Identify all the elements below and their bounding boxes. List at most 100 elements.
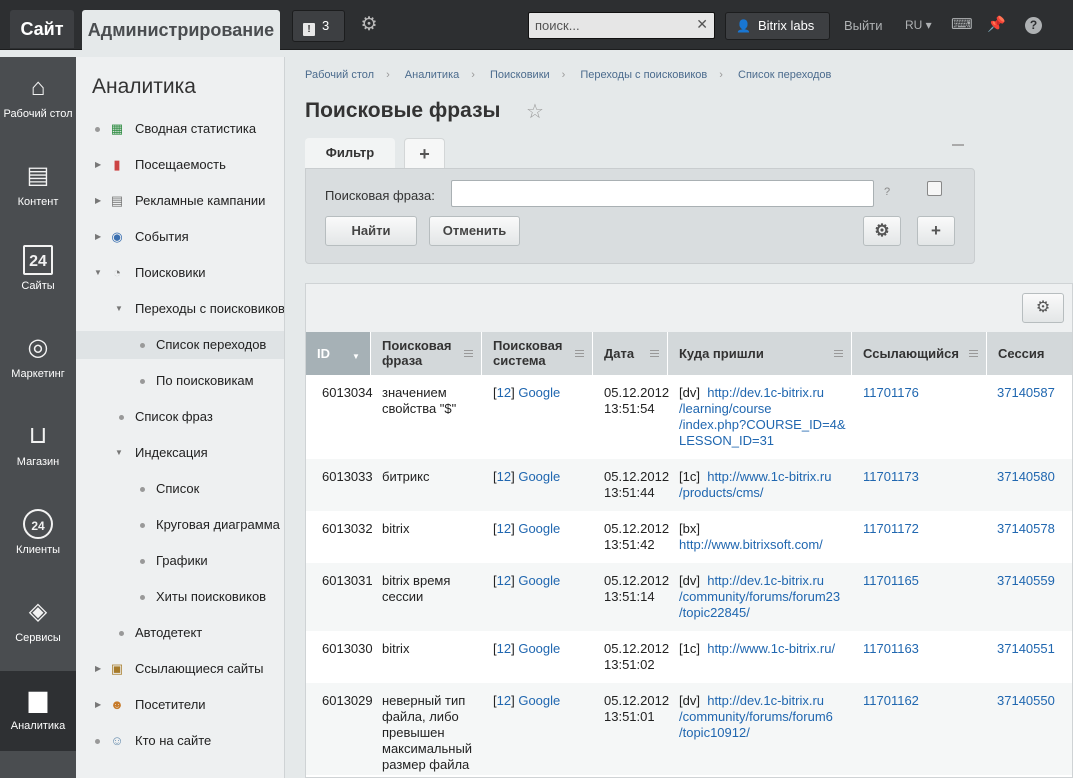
destination-url-link[interactable]: http://www.bitrixsoft.com/ [679,537,823,552]
session-link[interactable]: 37140559 [997,573,1055,589]
table-row[interactable]: 6013031 bitrix время сессии [12] Google 05.… [306,563,1072,631]
menu-item-graphs[interactable]: Графики [76,547,284,575]
destination-url-link[interactable]: http://dev.1c-bitrix.ru/community/forums… [679,693,833,740]
table-row[interactable]: 6013034 значением свойства "$" [12] Google… [306,375,1072,459]
engine-link[interactable]: Google [518,641,560,656]
engine-id-link[interactable]: 12 [497,385,511,400]
menu-item-referring-sites[interactable]: ▶ ▣ Ссылающиеся сайты [76,655,284,683]
menu-item-search-engines[interactable]: ▼ ◔ Поисковики [76,259,284,287]
menu-item-autodetect[interactable]: Автодетект [76,619,284,647]
destination-url-link[interactable]: http://www.1c-bitrix.ru/ [707,641,835,656]
help-mark[interactable]: ? [884,186,890,198]
session-link[interactable]: 37140551 [997,641,1055,657]
menu-item-phrases[interactable]: Список фраз [76,403,284,431]
engine-id-link[interactable]: 12 [497,521,511,536]
favorite-star-icon[interactable]: ☆ [526,99,544,124]
admin-tab[interactable]: Администрирование [82,10,280,50]
destination-url-link[interactable]: http://dev.1c-bitrix.ru/community/forums… [679,573,840,620]
column-menu-icon[interactable] [575,350,584,357]
cancel-button[interactable]: Отменить [429,216,520,246]
referer-link[interactable]: 11701172 [863,521,919,537]
grid-settings-gear-icon[interactable]: ⚙ [1022,293,1064,323]
column-phrase[interactable]: Поисковая фраза [371,332,482,375]
session-link[interactable]: 37140587 [997,385,1055,401]
find-button[interactable]: Найти [325,216,417,246]
menu-item-transitions-list[interactable]: Список переходов [76,331,284,359]
column-menu-icon[interactable] [834,350,843,357]
help-icon[interactable]: ? [1025,17,1042,34]
pin-icon[interactable]: 📌 [987,16,1006,34]
site-button[interactable]: Сайт [10,10,74,48]
engine-id-link[interactable]: 12 [497,469,511,484]
referer-link[interactable]: 11701173 [863,469,919,485]
engine-link[interactable]: Google [518,521,560,536]
logout-link[interactable]: Выйти [844,18,883,33]
breadcrumb-item[interactable]: Аналитика [405,69,459,81]
nav-marketing[interactable]: ◎ Маркетинг [0,319,76,399]
referer-link[interactable]: 11701162 [863,693,919,709]
menu-item-attendance[interactable]: ▶ ▮ Посещаемость [76,151,284,179]
filter-settings-gear-icon[interactable]: ⚙ [863,216,901,246]
tab-filter[interactable]: Фильтр [305,138,395,168]
nav-clients[interactable]: 24 Клиенты [0,495,76,575]
nav-services[interactable]: ◈ Сервисы [0,583,76,663]
menu-item-summary[interactable]: ▦ Сводная статистика [76,115,284,143]
table-row[interactable]: 6013029 неверный тип файла, либо превышен… [306,683,1072,775]
nav-analytics[interactable]: ▆ Аналитика [0,671,76,751]
menu-item-campaigns[interactable]: ▶ ▤ Рекламные кампании [76,187,284,215]
session-link[interactable]: 37140578 [997,521,1055,537]
engine-id-link[interactable]: 12 [497,641,511,656]
engine-link[interactable]: Google [518,469,560,484]
menu-item-visitors[interactable]: ▶ ☻ Посетители [76,691,284,719]
column-date[interactable]: Дата [593,332,668,375]
nav-content[interactable]: ▤ Контент [0,147,76,227]
column-engine[interactable]: Поисковая система [482,332,593,375]
keyboard-icon[interactable]: ⌨ [951,16,973,34]
nav-desktop[interactable]: ⌂ Рабочий стол [0,59,76,139]
menu-item-who-online[interactable]: ☺ Кто на сайте [76,727,284,755]
column-menu-icon[interactable] [650,350,659,357]
column-referer[interactable]: Ссылающийся [852,332,987,375]
destination-url-link[interactable]: http://dev.1c-bitrix.ru/learning/course /… [679,385,846,448]
column-menu-icon[interactable] [464,350,473,357]
user-button[interactable]: 👤 Bitrix labs [725,12,830,40]
menu-item-search-transitions[interactable]: ▼ Переходы с поисковиков [76,295,284,323]
referer-link[interactable]: 11701176 [863,385,919,401]
breadcrumb-item[interactable]: Поисковики [490,69,550,81]
nav-sites[interactable]: 24 Сайты [0,231,76,311]
menu-item-pie-chart[interactable]: Круговая диаграмма [76,511,284,539]
engine-link[interactable]: Google [518,385,560,400]
menu-item-list[interactable]: Список [76,475,284,503]
menu-item-engine-hits[interactable]: Хиты поисковиков [76,583,284,611]
search-input[interactable] [529,13,689,38]
referer-link[interactable]: 11701163 [863,641,919,657]
breadcrumb-item[interactable]: Список переходов [738,69,831,81]
breadcrumb-item[interactable]: Рабочий стол [305,69,374,81]
engine-link[interactable]: Google [518,573,560,588]
session-link[interactable]: 37140580 [997,469,1055,485]
language-switcher[interactable]: RU ▾ [905,18,932,32]
menu-item-by-engines[interactable]: По поисковикам [76,367,284,395]
notifications-button[interactable]: ! 3 [292,10,345,42]
settings-gear-icon[interactable]: ⚙ [358,14,380,36]
menu-item-indexing[interactable]: ▼ Индексация [76,439,284,467]
filter-checkbox[interactable] [927,181,942,196]
breadcrumb-item[interactable]: Переходы с поисковиков [580,69,707,81]
destination-url-link[interactable]: http://www.1c-bitrix.ru/products/cms/ [679,469,831,500]
engine-link[interactable]: Google [518,693,560,708]
table-row[interactable]: 6013033 битрикс [12] Google 05.12.2012 13:51… [306,459,1072,511]
referer-link[interactable]: 11701165 [863,573,919,589]
add-filter-field-button[interactable]: + [917,216,955,246]
collapse-filter-icon[interactable] [952,144,964,146]
column-id[interactable]: ID ▼ [306,332,371,375]
table-row[interactable]: 6013030 bitrix [12] Google 05.12.2012 13:51:… [306,631,1072,683]
engine-id-link[interactable]: 12 [497,693,511,708]
column-menu-icon[interactable] [969,350,978,357]
menu-item-events[interactable]: ▶ ◉ События [76,223,284,251]
nav-shop[interactable]: ⊔ Магазин [0,407,76,487]
table-row[interactable]: 6013032 bitrix [12] Google 05.12.2012 13:51:… [306,511,1072,563]
add-filter-tab-button[interactable]: + [404,138,445,168]
column-destination[interactable]: Куда пришли [668,332,852,375]
search-icon[interactable]: ✕ [696,16,708,33]
search-phrase-input[interactable] [451,180,874,207]
